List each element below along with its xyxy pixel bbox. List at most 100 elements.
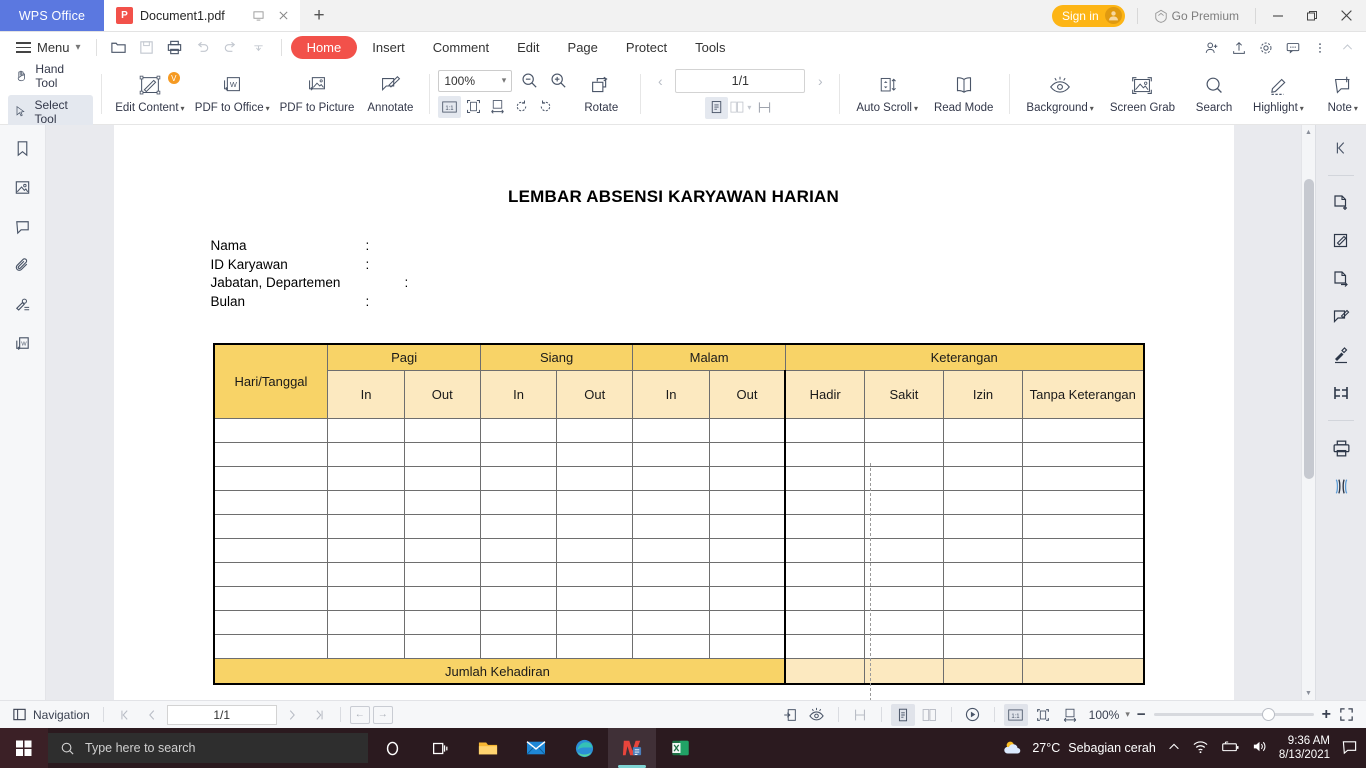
rotate-left-button[interactable]: [510, 96, 533, 118]
save-icon[interactable]: [134, 35, 160, 61]
add-user-icon[interactable]: [1199, 35, 1225, 61]
status-zoom-dropdown[interactable]: 100% ▾: [1085, 708, 1134, 722]
export-icon[interactable]: W: [9, 330, 37, 356]
feedback-icon[interactable]: [1280, 35, 1306, 61]
scroll-down-arrow[interactable]: ▼: [1305, 686, 1312, 700]
customize-dropdown-icon[interactable]: [246, 35, 272, 61]
fit-height-button[interactable]: [848, 704, 872, 726]
presentation-button[interactable]: [961, 704, 985, 726]
forward-button[interactable]: →: [372, 705, 393, 724]
scroll-up-arrow[interactable]: ▲: [1305, 125, 1312, 139]
close-window-button[interactable]: [1330, 1, 1362, 31]
tab-insert[interactable]: Insert: [359, 36, 418, 59]
weather-widget[interactable]: 27°C Sebagian cerah: [1002, 738, 1156, 758]
zoom-out-button[interactable]: [518, 70, 541, 92]
zoom-slider-track[interactable]: [1153, 708, 1314, 721]
tab-protect[interactable]: Protect: [613, 36, 680, 59]
attachment-icon[interactable]: [9, 252, 37, 278]
battery-icon[interactable]: [1220, 740, 1240, 757]
fit-visible-button[interactable]: [753, 97, 776, 119]
fit-width-button[interactable]: [486, 96, 509, 118]
navigation-button[interactable]: Navigation: [8, 707, 94, 722]
print-icon[interactable]: [162, 35, 188, 61]
edge-icon[interactable]: [560, 728, 608, 768]
select-tool-button[interactable]: Select Tool: [8, 94, 94, 129]
highlight-button[interactable]: Highlight ▾: [1245, 71, 1312, 116]
bookmark-icon[interactable]: [9, 135, 37, 161]
eye-protect-icon[interactable]: [805, 704, 829, 726]
scroll-track[interactable]: [1302, 139, 1315, 686]
vertical-scrollbar[interactable]: ▲ ▼: [1301, 125, 1315, 700]
rotate-button[interactable]: Rotate: [570, 71, 632, 116]
print-icon[interactable]: [1327, 435, 1355, 461]
tab-home[interactable]: Home: [290, 36, 358, 59]
notifications-icon[interactable]: [1341, 739, 1358, 758]
open-folder-icon[interactable]: [106, 35, 132, 61]
dual-page-button[interactable]: [918, 704, 942, 726]
zoom-slider-knob[interactable]: [1261, 708, 1275, 721]
taskbar-search[interactable]: Type here to search: [48, 733, 368, 763]
restore-tab-icon[interactable]: [249, 7, 267, 25]
scroll-thumb[interactable]: [1304, 179, 1314, 479]
show-hidden-icons[interactable]: [1167, 740, 1181, 757]
minimize-button[interactable]: [1262, 1, 1294, 31]
tab-edit[interactable]: Edit: [504, 36, 552, 59]
note-button[interactable]: Note ▾: [1312, 71, 1366, 116]
comment-icon[interactable]: [9, 213, 37, 239]
wifi-icon[interactable]: [1192, 739, 1209, 757]
thumbnail-icon[interactable]: [9, 174, 37, 200]
fit-page-button[interactable]: [462, 96, 485, 118]
tab-tools[interactable]: Tools: [682, 36, 738, 59]
actual-size-status-button[interactable]: 1:1: [1003, 703, 1028, 726]
document-canvas[interactable]: LEMBAR ABSENSI KARYAWAN HARIAN Nama : ID…: [46, 125, 1301, 700]
excel-icon[interactable]: [656, 728, 704, 768]
search-button[interactable]: Search: [1183, 71, 1245, 116]
export-pdf-icon[interactable]: [1327, 266, 1355, 292]
zoom-select[interactable]: 100% ▾: [438, 69, 513, 92]
maximize-button[interactable]: [1296, 1, 1328, 31]
sign-icon[interactable]: [1327, 342, 1355, 368]
collapse-ribbon-icon[interactable]: [1334, 35, 1360, 61]
single-page-view-button[interactable]: [704, 96, 728, 119]
sign-in-button[interactable]: Sign in: [1051, 4, 1125, 27]
rotate-right-button[interactable]: [534, 96, 557, 118]
share-icon[interactable]: [1226, 35, 1252, 61]
last-page-button[interactable]: [307, 704, 331, 726]
first-page-button[interactable]: [113, 704, 137, 726]
screen-grab-button[interactable]: Screen Grab: [1102, 71, 1183, 116]
add-page-icon[interactable]: [1327, 190, 1355, 216]
wps-office-icon[interactable]: [608, 728, 656, 768]
settings-gear-icon[interactable]: [1253, 35, 1279, 61]
redo-icon[interactable]: [218, 35, 244, 61]
app-home-tab[interactable]: WPS Office: [0, 0, 104, 31]
mail-icon[interactable]: [512, 728, 560, 768]
zoom-in-button[interactable]: +: [1322, 706, 1331, 724]
pdf-to-office-button[interactable]: W PDF to Office ▾: [190, 71, 275, 116]
volume-icon[interactable]: [1251, 739, 1268, 757]
compress-icon[interactable]: [1327, 473, 1355, 499]
edit-content-button[interactable]: V Edit Content ▾: [110, 71, 190, 116]
zoom-slider[interactable]: − +: [1137, 706, 1331, 724]
background-button[interactable]: Background ▾: [1018, 71, 1101, 116]
next-page-button[interactable]: ›: [809, 69, 831, 93]
hand-tool-button[interactable]: Hand Tool: [8, 59, 93, 93]
undo-icon[interactable]: [190, 35, 216, 61]
zoom-out-button[interactable]: −: [1137, 706, 1146, 723]
prev-page-button[interactable]: [140, 704, 164, 726]
actual-size-button[interactable]: 1:1: [438, 95, 462, 118]
pdf-to-picture-button[interactable]: PDF to Picture: [275, 71, 360, 116]
cortana-icon[interactable]: [368, 728, 416, 768]
page-indicator-input[interactable]: 1/1: [675, 68, 806, 93]
read-mode-button[interactable]: Read Mode: [926, 71, 1001, 116]
single-page-button[interactable]: [890, 703, 915, 726]
tab-page[interactable]: Page: [555, 36, 611, 59]
taskbar-clock[interactable]: 9:36 AM 8/13/2021: [1279, 734, 1330, 762]
fullscreen-icon[interactable]: [1334, 704, 1358, 726]
main-menu-button[interactable]: Menu ▾: [10, 35, 87, 61]
fit-width-status-button[interactable]: [1058, 704, 1082, 726]
annotate-button[interactable]: Annotate: [359, 71, 421, 116]
dual-page-view-button[interactable]: ▾: [729, 97, 752, 119]
file-explorer-icon[interactable]: [464, 728, 512, 768]
close-tab-icon[interactable]: [274, 7, 292, 25]
more-options-icon[interactable]: [1307, 35, 1333, 61]
